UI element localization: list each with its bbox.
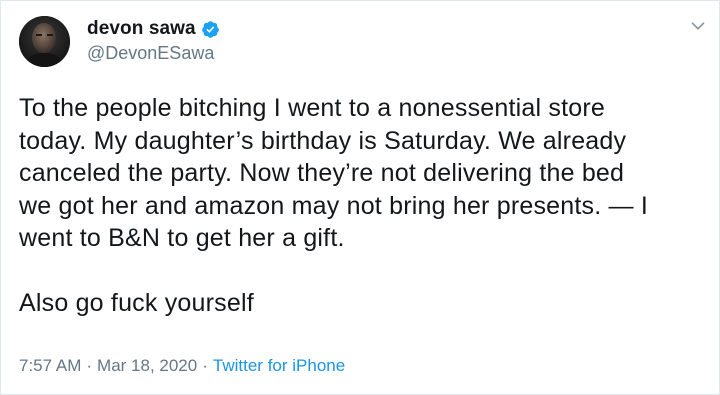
- name-row: devon sawa: [87, 16, 220, 42]
- meta-separator: ·: [202, 356, 208, 375]
- handle[interactable]: @DevonESawa: [87, 43, 220, 64]
- tweet-line: To the people bitching I went to a nones…: [19, 94, 605, 122]
- avatar[interactable]: [19, 16, 70, 67]
- tweet-line: went to B&N to get her a gift.: [19, 224, 345, 252]
- tweet-source-link[interactable]: Twitter for iPhone: [213, 356, 345, 375]
- tweet-line: today. My daughter’s birthday is Saturda…: [19, 126, 627, 155]
- tweet-card: devon sawa @DevonESawa To the people bit…: [0, 0, 720, 395]
- display-name[interactable]: devon sawa: [87, 18, 196, 40]
- tweet-text: To the people bitching I went to a nones…: [19, 92, 709, 319]
- tweet-line: canceled the party. Now they’re not deli…: [19, 159, 625, 187]
- verified-badge-icon: [201, 20, 220, 39]
- chevron-down-icon[interactable]: [687, 15, 709, 37]
- tweet-time[interactable]: 7:57 AM: [19, 356, 81, 375]
- tweet-meta: 7:57 AM · Mar 18, 2020 · Twitter for iPhone: [19, 356, 345, 376]
- author-block: devon sawa @DevonESawa: [87, 16, 220, 64]
- tweet-line: we got her and amazon may not bring her …: [19, 191, 648, 220]
- tweet-line: Also go fuck yourself: [19, 288, 254, 317]
- meta-separator: ·: [86, 356, 93, 375]
- tweet-date[interactable]: Mar 18, 2020: [97, 356, 197, 375]
- avatar-photo: [19, 16, 70, 67]
